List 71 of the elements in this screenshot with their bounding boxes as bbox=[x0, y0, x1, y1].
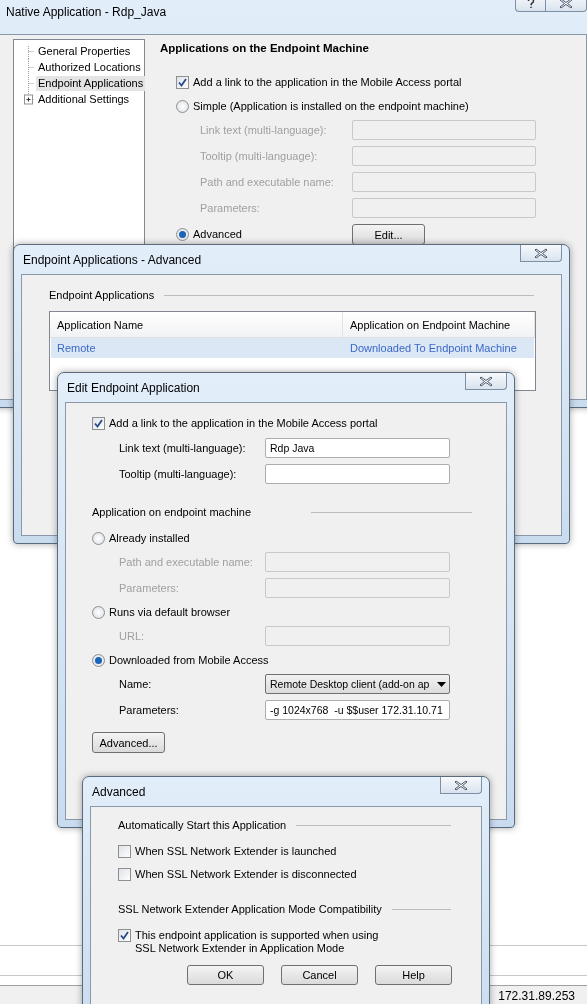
radio-button[interactable] bbox=[176, 228, 189, 241]
tree-item[interactable]: Endpoint Applications bbox=[36, 75, 146, 91]
input-field[interactable] bbox=[265, 464, 450, 484]
checkbox[interactable] bbox=[118, 845, 131, 858]
radio-button[interactable] bbox=[92, 605, 105, 619]
radio-label: Downloaded from Mobile Access bbox=[109, 653, 269, 667]
field-label: Parameters: bbox=[119, 703, 180, 717]
checkbox-label: Add a link to the application in the Mobile Access portal bbox=[109, 417, 378, 430]
checkbox-label: This endpoint application is supported when using SSL Network Extender in Application Mode bbox=[135, 929, 379, 955]
dialog-button[interactable]: Help bbox=[375, 965, 452, 985]
tree-item[interactable]: General Properties bbox=[36, 43, 133, 59]
checkbox-label: Add a link to the application in the Mobile Access portal bbox=[193, 76, 462, 89]
help-icon[interactable] bbox=[526, 0, 535, 9]
radio-button[interactable] bbox=[92, 531, 105, 545]
window-title: Edit Endpoint Application bbox=[66, 380, 200, 395]
close-icon[interactable] bbox=[534, 247, 548, 259]
advanced-button[interactable]: Advanced... bbox=[92, 732, 165, 753]
window-title: Advanced bbox=[91, 784, 146, 799]
dropdown-arrow-icon bbox=[437, 681, 446, 687]
checkbox-label: When SSL Network Extender is launched bbox=[135, 845, 337, 858]
expand-icon[interactable] bbox=[24, 91, 34, 107]
edit-button[interactable]: Edit... bbox=[352, 224, 425, 245]
table-row[interactable]: Remote Downloaded To Endpoint Machine bbox=[51, 338, 534, 358]
input-field[interactable]: Rdp Java bbox=[265, 438, 450, 458]
window-title: Endpoint Applications - Advanced bbox=[22, 252, 202, 267]
window-title: Native Application - Rdp_Java bbox=[5, 4, 167, 19]
checkbox[interactable] bbox=[118, 868, 131, 881]
radio-label: Already installed bbox=[109, 531, 190, 545]
field-label: Tooltip (multi-language): bbox=[119, 467, 238, 481]
checkbox-label: When SSL Network Extender is disconnected bbox=[135, 868, 357, 881]
field-label: Parameters: bbox=[119, 581, 180, 595]
field-label: Link text (multi-language): bbox=[119, 441, 247, 455]
field-label: URL: bbox=[119, 629, 146, 643]
column-header[interactable]: Application on Endpoint Machine bbox=[343, 312, 535, 337]
group-label: Automatically Start this Application bbox=[118, 819, 287, 831]
checkbox[interactable] bbox=[176, 76, 189, 89]
radio-button[interactable] bbox=[176, 99, 189, 113]
tree-item[interactable]: Authorized Locations bbox=[36, 59, 143, 75]
help-button[interactable] bbox=[515, 0, 545, 12]
radio-label: Simple (Application is installed on the endpoint machine) bbox=[193, 99, 469, 113]
checkbox[interactable] bbox=[118, 929, 131, 942]
ip-address: 172.31.89.253 bbox=[498, 988, 575, 1003]
close-icon[interactable] bbox=[479, 375, 493, 387]
radio-label: Advanced bbox=[193, 228, 242, 241]
radio-button[interactable] bbox=[92, 653, 105, 667]
close-button[interactable] bbox=[465, 373, 507, 390]
dropdown[interactable]: Remote Desktop client (add-on ap bbox=[265, 674, 450, 694]
close-button[interactable] bbox=[545, 0, 587, 12]
field-label: Tooltip (multi-language): bbox=[200, 149, 319, 163]
checkbox[interactable] bbox=[92, 417, 105, 430]
field-label: Link text (multi-language): bbox=[200, 123, 328, 137]
close-button[interactable] bbox=[440, 777, 482, 794]
radio-label: Runs via default browser bbox=[109, 605, 231, 619]
close-button[interactable] bbox=[520, 245, 562, 262]
group-label: SSL Network Extender Application Mode Compatibility bbox=[118, 903, 382, 915]
close-icon[interactable] bbox=[559, 0, 573, 9]
tree-item[interactable]: Additional Settings bbox=[36, 91, 132, 107]
field-label: Path and executable name: bbox=[119, 555, 254, 569]
table-cell-text: Remote bbox=[56, 341, 97, 356]
dialog-button[interactable]: Cancel bbox=[281, 965, 358, 985]
input-field[interactable]: -g 1024x768 -u $$user 172.31.10.71 bbox=[265, 700, 450, 720]
dialog-button[interactable]: OK bbox=[187, 965, 264, 985]
close-icon[interactable] bbox=[454, 779, 468, 791]
group-label: Application on endpoint machine bbox=[92, 506, 251, 518]
section-heading: Applications on the Endpoint Machine bbox=[160, 42, 370, 54]
group-label: Endpoint Applications bbox=[49, 289, 155, 301]
table-cell-text: Downloaded To Endpoint Machine bbox=[349, 341, 518, 356]
field-label: Parameters: bbox=[200, 201, 261, 215]
field-label: Path and executable name: bbox=[200, 175, 335, 189]
field-label: Name: bbox=[119, 677, 153, 691]
column-header[interactable]: Application Name bbox=[50, 312, 343, 337]
